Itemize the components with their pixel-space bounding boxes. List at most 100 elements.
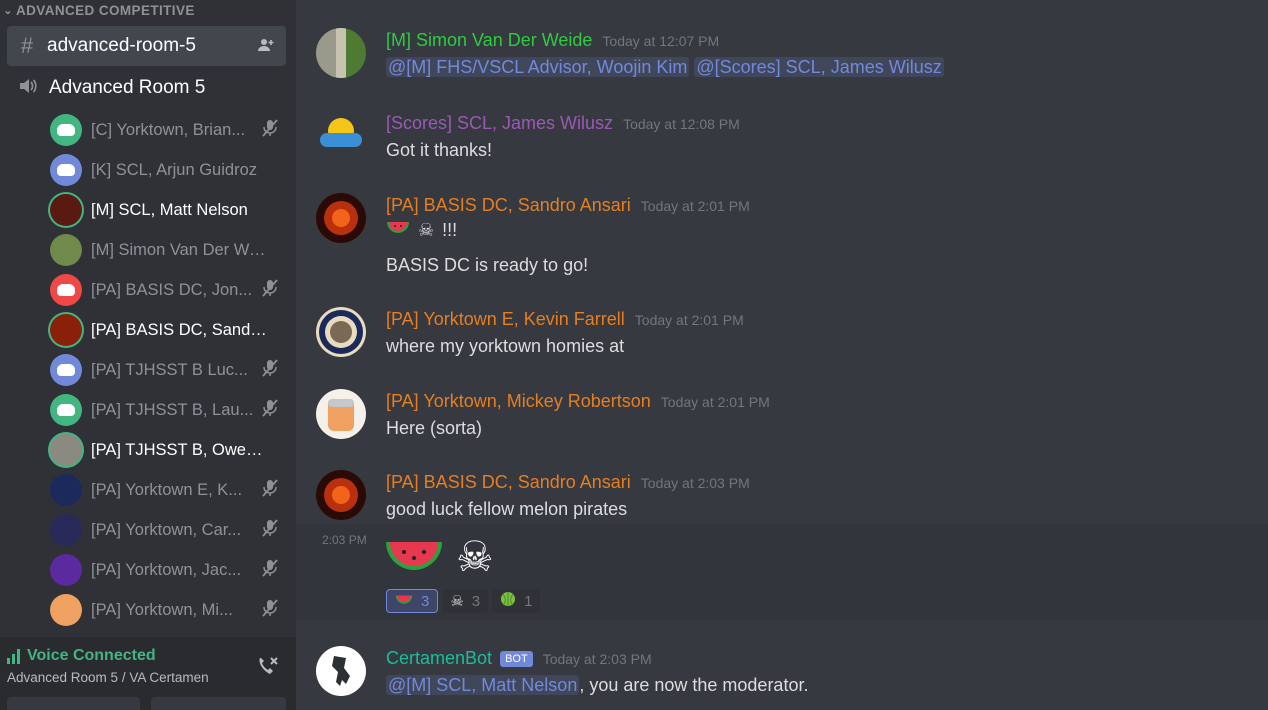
voice-member[interactable]: [M] SCL, Matt Nelson	[50, 190, 290, 230]
avatar[interactable]	[316, 193, 366, 243]
message-author[interactable]: [PA] BASIS DC, Sandro Ansari	[386, 195, 631, 216]
voice-member[interactable]: [PA] TJHSST B Luc...	[50, 350, 290, 390]
voice-member-name: [PA] TJHSST B, Owen G...	[91, 440, 267, 459]
reaction-skull[interactable]: ☠ 3	[442, 589, 489, 613]
mic-muted-icon	[262, 559, 278, 581]
voice-member[interactable]: [K] SCL, Arjun Guidroz	[50, 150, 290, 190]
mic-muted-icon	[262, 519, 278, 541]
avatar	[50, 554, 82, 586]
skull-crossbones-emoji-icon: ☠	[450, 593, 464, 610]
chevron-down-icon: ⌄	[3, 4, 13, 17]
voice-member[interactable]: [PA] Yorktown, Mi...	[50, 590, 290, 630]
discord-logo-icon	[57, 364, 75, 376]
watermelon-emoji-icon	[384, 536, 444, 583]
voice-member[interactable]: [PA] TJHSST B, Owen G...	[50, 430, 290, 470]
user-mention[interactable]: @[M] FHS/VSCL Advisor, Woojin Kim	[386, 57, 690, 77]
reaction-bar: 3 ☠ 3 1	[386, 589, 541, 613]
voice-connected-label: Voice Connected	[7, 647, 156, 665]
mic-muted-icon	[262, 399, 278, 421]
avatar	[50, 474, 82, 506]
discord-logo-icon	[57, 404, 75, 416]
voice-member[interactable]: [PA] Yorktown, Car...	[50, 510, 290, 550]
message-timestamp: Today at 2:01 PM	[640, 198, 750, 214]
reaction-count: 1	[524, 592, 533, 610]
chat-area: [M] Simon Van Der Weide Today at 12:07 P…	[296, 0, 1268, 710]
message-text: , you are now the moderator.	[579, 675, 809, 695]
mic-muted-icon	[262, 279, 278, 301]
mic-muted-icon	[262, 359, 278, 381]
large-emoji-message: ☠	[384, 536, 494, 583]
avatar	[50, 154, 82, 186]
voice-status-panel: Voice Connected Advanced Room 5 / VA Cer…	[0, 637, 296, 710]
voice-member[interactable]: [PA] BASIS DC, Jon...	[50, 270, 290, 310]
avatar	[50, 354, 82, 386]
message-timestamp: Today at 2:01 PM	[660, 394, 770, 410]
skull-crossbones-emoji-icon: ☠	[456, 533, 494, 580]
hash-icon: #	[20, 33, 34, 58]
message-timestamp: Today at 2:03 PM	[542, 651, 652, 667]
discord-logo-icon	[57, 284, 75, 296]
channel-sidebar: ⌄ ADVANCED COMPETITIVE # advanced-room-5…	[0, 0, 296, 710]
voice-member-name: [PA] TJHSST B, Lau...	[91, 400, 254, 419]
voice-member[interactable]: [PA] Yorktown E, K...	[50, 470, 290, 510]
reaction-melon[interactable]: 1	[492, 589, 541, 613]
message-text: Got it thanks!	[386, 140, 493, 160]
voice-member[interactable]: [M] Simon Van Der Wei...	[50, 230, 290, 270]
reaction-count: 3	[421, 592, 430, 610]
bot-badge: BOT	[500, 651, 533, 667]
message-text: where my yorktown homies at	[386, 336, 625, 356]
avatar	[50, 434, 82, 466]
message-text: !!!	[442, 220, 458, 240]
melon-emoji-icon	[500, 591, 516, 611]
message-hover-timestamp: 2:03 PM	[322, 533, 367, 547]
text-channel-item[interactable]: # advanced-room-5	[7, 26, 286, 66]
user-mention[interactable]: @[Scores] SCL, James Wilusz	[694, 57, 944, 77]
discord-logo-icon	[57, 124, 75, 136]
voice-member[interactable]: [PA] TJHSST B, Lau...	[50, 390, 290, 430]
avatar	[50, 594, 82, 626]
avatar	[50, 234, 82, 266]
avatar	[50, 514, 82, 546]
message-timestamp: Today at 2:03 PM	[640, 475, 750, 491]
voice-member[interactable]: [C] Yorktown, Brian...	[50, 110, 290, 150]
skull-crossbones-emoji-icon: ☠	[418, 220, 435, 240]
voice-member-name: [PA] BASIS DC, Sandro ...	[91, 320, 267, 339]
watermelon-emoji-icon	[395, 593, 413, 610]
reaction-watermelon[interactable]: 3	[386, 589, 439, 613]
avatar[interactable]	[316, 389, 366, 439]
voice-member[interactable]: [PA] BASIS DC, Sandro ...	[50, 310, 290, 350]
avatar[interactable]	[316, 646, 366, 696]
voice-member-name: [PA] Yorktown, Jac...	[91, 560, 242, 579]
category-name: ADVANCED COMPETITIVE	[16, 2, 195, 18]
category-header[interactable]: ⌄ ADVANCED COMPETITIVE	[0, 0, 195, 20]
mic-muted-icon	[262, 119, 278, 141]
voice-channel-item[interactable]: Advanced Room 5	[7, 68, 286, 108]
avatar[interactable]	[316, 28, 366, 78]
reaction-count: 3	[471, 592, 481, 610]
speaker-icon	[7, 77, 49, 100]
message-author[interactable]: [Scores] SCL, James Wilusz	[386, 113, 613, 134]
text-channel-name: advanced-room-5	[47, 35, 196, 56]
message-author[interactable]: [PA] BASIS DC, Sandro Ansari	[386, 472, 631, 493]
avatar	[50, 194, 82, 226]
avatar[interactable]	[316, 307, 366, 357]
message-text: good luck fellow melon pirates	[386, 499, 628, 519]
message-author[interactable]: [PA] Yorktown E, Kevin Farrell	[386, 309, 625, 330]
voice-member-name: [PA] TJHSST B Luc...	[91, 360, 248, 379]
avatar[interactable]	[316, 470, 366, 520]
message-author[interactable]: [M] Simon Van Der Weide	[386, 30, 592, 51]
message-text: Here (sorta)	[386, 418, 483, 438]
mic-muted-icon	[262, 479, 278, 501]
message-author[interactable]: [PA] Yorktown, Mickey Robertson	[386, 391, 651, 412]
avatar[interactable]	[316, 111, 366, 161]
voice-member[interactable]: [PA] Yorktown, Jac...	[50, 550, 290, 590]
invite-member-icon[interactable]	[246, 38, 286, 55]
voice-status-subtitle[interactable]: Advanced Room 5 / VA Certamen	[7, 670, 209, 685]
video-button[interactable]	[7, 697, 140, 710]
avatar	[50, 274, 82, 306]
message-author[interactable]: CertamenBot	[386, 648, 492, 669]
screen-share-button[interactable]	[151, 697, 286, 710]
user-mention[interactable]: @[M] SCL, Matt Nelson	[386, 675, 580, 695]
avatar	[50, 114, 82, 146]
disconnect-icon[interactable]	[256, 655, 280, 683]
